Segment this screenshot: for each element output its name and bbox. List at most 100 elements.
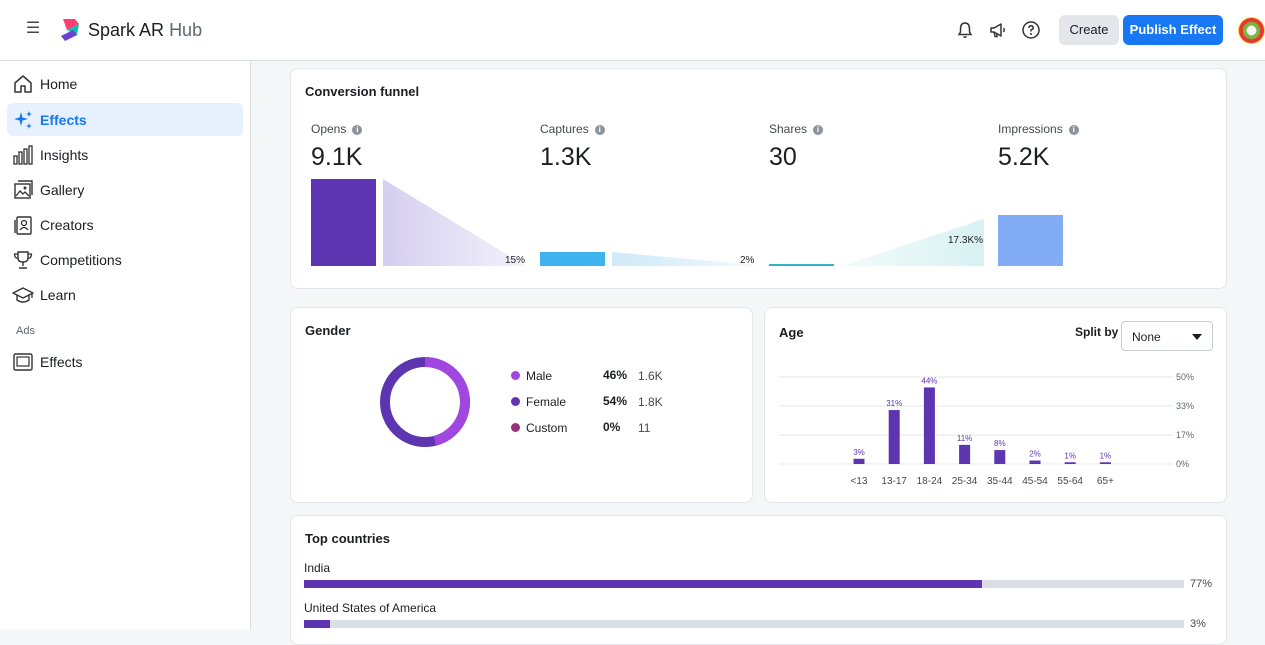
split-by-value: None — [1132, 330, 1161, 344]
age-bar[interactable] — [994, 450, 1006, 464]
age-data-label: 44% — [921, 376, 937, 385]
x-tick-label: 25-34 — [952, 476, 978, 487]
legend-count: 1.8K — [638, 395, 663, 409]
age-bar-chart: 50% 33% 17% 0% 3% <13 31% 13-17 44% 18-24 11% 25-34… — [779, 372, 1194, 487]
top-countries-title: Top countries — [305, 531, 390, 546]
help-icon[interactable] — [1021, 20, 1041, 40]
info-icon[interactable]: i — [352, 125, 363, 135]
spark-ar-logo — [61, 19, 79, 41]
avatar[interactable] — [1238, 17, 1265, 44]
funnel-bar-shares[interactable] — [769, 264, 834, 266]
menu-icon[interactable]: ☰ — [25, 21, 41, 37]
age-bar[interactable] — [923, 387, 935, 464]
x-tick-label: <13 — [851, 476, 868, 487]
legend-name: Custom — [526, 421, 568, 435]
age-data-label: 11% — [957, 434, 972, 443]
sidebar-item-label: Learn — [40, 287, 76, 303]
sidebar-item-label: Effects — [40, 112, 87, 128]
y-tick-label: 17% — [1176, 430, 1194, 440]
legend-name: Male — [526, 369, 553, 383]
funnel-stage-opens-label: Opens i — [311, 122, 363, 136]
legend-dot — [511, 397, 520, 406]
funnel-graphic — [311, 179, 1063, 266]
funnel-rate-label: 15% — [505, 255, 526, 266]
country-name: United States of America — [304, 601, 437, 615]
brand-title[interactable]: Spark AR Hub — [88, 20, 202, 41]
sidebar-item-label: Creators — [40, 217, 94, 233]
age-data-label: 2% — [1029, 450, 1041, 459]
bell-icon[interactable] — [955, 20, 975, 40]
gender-donut-chart — [380, 357, 470, 447]
x-tick-label: 45-54 — [1022, 476, 1048, 487]
age-bar[interactable] — [1064, 462, 1076, 464]
legend-count: 11 — [638, 421, 651, 435]
y-tick-label: 33% — [1176, 401, 1194, 411]
sidebar-item-label: Home — [40, 76, 78, 92]
country-bar-track — [304, 580, 1184, 588]
legend-name: Female — [526, 395, 567, 409]
sidebar-item-insights[interactable]: Insights — [7, 138, 243, 171]
age-bar[interactable] — [1029, 460, 1041, 464]
info-icon[interactable]: i — [594, 125, 605, 135]
megaphone-icon[interactable] — [988, 20, 1008, 40]
gender-title: Gender — [305, 323, 351, 338]
age-bar[interactable] — [853, 458, 865, 464]
sidebar-item-learn[interactable]: Learn — [7, 278, 243, 311]
x-tick-label: 13-17 — [881, 476, 907, 487]
sparkle-icon — [14, 111, 32, 129]
x-tick-label: 55-64 — [1057, 476, 1083, 487]
funnel-bar-impressions[interactable] — [998, 215, 1063, 266]
bar-chart-icon — [13, 145, 33, 165]
sidebar-item-competitions[interactable]: Competitions — [7, 243, 243, 276]
sidebar-item-creators[interactable]: Creators — [7, 208, 243, 241]
country-bar-fill[interactable] — [304, 620, 331, 628]
funnel-stage-captures-value: 1.3K — [540, 143, 592, 171]
conversion-funnel-card: Conversion funnel Opens i 9.1K Captures i … — [290, 68, 1227, 289]
legend-percent: 0% — [603, 420, 621, 434]
age-data-label: 1% — [1064, 451, 1076, 460]
sidebar-item-label: Insights — [40, 147, 89, 163]
age-data-label: 8% — [994, 439, 1006, 448]
funnel-stage-impressions-value: 5.2K — [998, 143, 1050, 171]
sidebar-item-gallery[interactable]: Gallery — [7, 173, 243, 206]
country-name: India — [304, 561, 331, 575]
age-card: Age Split by None 50% 33% 17% 0% 3% <13 31% 13-… — [764, 307, 1227, 503]
legend-count: 1.6K — [638, 369, 663, 383]
x-tick-label: 65+ — [1097, 476, 1114, 487]
age-bar[interactable] — [888, 410, 900, 464]
age-bar[interactable] — [959, 444, 971, 464]
caret-down-icon — [1192, 334, 1202, 340]
sidebar-item-home[interactable]: Home — [7, 67, 243, 100]
info-icon[interactable]: i — [1068, 125, 1079, 135]
sidebar-item-effects[interactable]: Effects — [7, 103, 243, 136]
sidebar-item-label: Competitions — [40, 252, 122, 268]
age-data-label: 31% — [886, 399, 902, 408]
country-bar-track — [304, 620, 1184, 628]
legend-dot — [511, 423, 520, 432]
country-percent: 77% — [1190, 578, 1213, 590]
legend-percent: 54% — [603, 394, 628, 408]
creator-icon — [14, 216, 32, 235]
publish-effect-button[interactable]: Publish Effect — [1123, 15, 1223, 45]
create-button[interactable]: Create — [1059, 15, 1119, 45]
sidebar: Home Effects Insights Gallery Creators C… — [0, 61, 251, 630]
top-countries-card: Top countries India 77% United States of… — [290, 515, 1227, 645]
split-by-select[interactable]: None — [1121, 321, 1213, 351]
legend-dot — [511, 371, 520, 380]
graduation-cap-icon — [12, 287, 34, 303]
funnel-bar-captures[interactable] — [540, 252, 605, 266]
age-data-label: 3% — [853, 448, 865, 457]
trophy-icon — [13, 251, 33, 269]
gender-card: Gender Male 46% 1.6K Female 54% 1.8K Cus… — [290, 307, 753, 503]
sidebar-item-label: Gallery — [40, 182, 85, 198]
country-bar-fill[interactable] — [304, 580, 982, 588]
info-icon[interactable]: i — [813, 125, 824, 135]
funnel-bar-opens[interactable] — [311, 179, 376, 266]
age-bar[interactable] — [1099, 462, 1111, 464]
sidebar-item-ads-effects[interactable]: Effects — [7, 345, 243, 378]
funnel-connector — [383, 179, 526, 266]
ads-section-label: Ads — [16, 325, 35, 337]
y-tick-label: 50% — [1176, 372, 1194, 382]
age-title: Age — [779, 325, 804, 340]
funnel-title: Conversion funnel — [305, 84, 420, 99]
